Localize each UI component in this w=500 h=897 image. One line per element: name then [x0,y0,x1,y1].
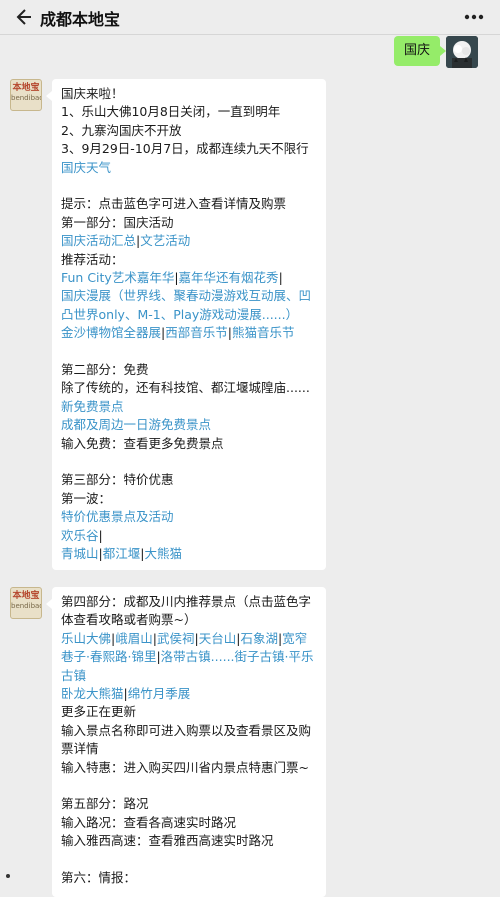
bot-avatar-logo-text: 本地宝 [12,591,40,601]
message-link[interactable]: 天台山 [199,631,237,646]
message-text-line: 推荐活动： [61,251,124,267]
message-link-group: 金沙博物馆全器展|西部音乐节|熊猫音乐节 [61,324,317,342]
back-arrow-icon [16,9,31,25]
message-link-group: 青城山|都江堰|大熊猫 [61,545,317,563]
message-text-line: 第五部分：路况 [61,796,149,812]
message-link[interactable]: 乐山大佛 [61,631,111,646]
message-link[interactable]: 国庆天气 [61,160,111,175]
incoming-message-2[interactable]: 第四部分：成都及川内推荐景点（点击蓝色字体查看攻略或者购票~） 乐山大佛|峨眉山|… [46,587,326,897]
message-link-line: 特价优惠景点及活动 [61,508,317,526]
message-link-group: 乐山大佛|峨眉山|武侯祠|天台山|石象湖|宽窄巷子·春熙路·锦里|洛带古镇...… [61,630,317,685]
message-text-line: 提示：点击蓝色字可进入查看详情及购票 [61,196,287,212]
message-link[interactable]: 都江堰 [103,546,141,561]
message-text-line: 第四部分：成都及川内推荐景点（点击蓝色字体查看攻略或者购票~） [61,594,312,628]
message-link[interactable]: 峨眉山 [115,631,153,646]
message-link-line: 国庆漫展（世界线、聚春动漫游戏互动展、凹凸世界only、M-1、Play游戏动漫… [61,287,317,324]
message-text-line: 输入免费：查看更多免费景点 [61,435,224,451]
message-link-line: 成都及周边一日游免费景点 [61,416,317,434]
scroll-indicator [6,874,10,878]
message-link[interactable]: 青城山 [61,546,99,561]
message-link-group: 国庆活动汇总|文艺活动 [61,232,317,250]
chat-title: 成都本地宝 [40,10,121,29]
more-button[interactable] [462,6,486,28]
message-link[interactable]: 特价优惠景点及活动 [61,509,174,524]
message-link[interactable]: 国庆漫展（世界线、聚春动漫游戏互动展、凹凸世界only、M-1、Play游戏动漫… [61,288,311,321]
message-link[interactable]: 成都及周边一日游免费景点 [61,417,211,432]
outgoing-message[interactable]: 国庆 [393,36,447,66]
message-link-group: Fun City艺术嘉年华|嘉年华还有烟花秀| [61,269,317,287]
message-link[interactable]: 嘉年华还有烟花秀 [179,270,279,285]
link-separator: | [98,527,103,543]
message-link[interactable]: 国庆活动汇总 [61,233,136,248]
message-text-line: 第一部分：国庆活动 [61,214,174,230]
message-text-line: 2、九寨沟国庆不开放 [61,122,182,138]
message-link[interactable]: 金沙博物馆全器展 [61,325,161,340]
message-text-line: 1、乐山大佛10月8日关闭，一直到明年 [61,104,281,120]
user-avatar-image [446,36,478,68]
message-text-line: 输入雅西高速：查看雅西高速实时路况 [61,833,274,849]
message-text-line: 除了传统的，还有科技馆、都江堰城隍庙...... [61,380,310,396]
message-link-line: 国庆天气 [61,159,317,177]
message-text-line: 第二部分：免费 [61,362,149,378]
bot-avatar[interactable]: 本地宝 bendibao.com [10,79,42,111]
message-text-line: 输入特惠：进入购买四川省内景点特惠门票~ [61,759,309,775]
message-text-line: 输入路况：查看各高速实时路况 [61,814,237,830]
message-link[interactable]: 武侯祠 [157,631,195,646]
message-link[interactable]: 卧龙大熊猫 [61,686,124,701]
bot-avatar-logo-text: 本地宝 [12,83,40,93]
bot-avatar-logo-subtext: bendibao.com [11,602,41,610]
user-avatar[interactable] [446,36,478,68]
message-text-line: 输入景点名称即可进入购票以及查看景区及购票详情 [61,722,312,757]
message-link[interactable]: 大熊猫 [144,546,182,561]
message-link[interactable]: Fun City艺术嘉年华 [61,270,174,285]
bot-avatar[interactable]: 本地宝 bendibao.com [10,587,42,619]
more-dots-icon [464,14,484,20]
message-text-line: 3、9月29日-10月7日，成都连续九天不限行 [61,141,309,157]
message-link[interactable]: 文艺活动 [140,233,190,248]
message-link[interactable]: 绵竹月季展 [128,686,191,701]
message-link[interactable]: 熊猫音乐节 [232,325,295,340]
message-link[interactable]: 石象湖 [240,631,278,646]
message-link-group: 卧龙大熊猫|绵竹月季展 [61,685,317,703]
message-text-line: 第三部分：特价优惠 [61,472,174,488]
message-text-line: 国庆来啦！ [61,86,124,101]
message-link-line: 新免费景点 [61,398,317,416]
message-link[interactable]: 新免费景点 [61,399,124,414]
message-link[interactable]: 欢乐谷 [61,528,99,543]
message-text-line: 第一波： [61,490,112,506]
message-link[interactable]: 西部音乐节 [165,325,228,340]
link-separator: | [278,270,283,286]
message-text-line: 更多正在更新 [61,704,137,720]
incoming-message-1[interactable]: 国庆来啦！ 1、乐山大佛10月8日关闭，一直到明年 2、九寨沟国庆不开放 3、9月29… [46,79,326,570]
back-button[interactable] [12,6,34,28]
message-link-group: 欢乐谷| [61,527,317,545]
bot-avatar-logo-subtext: bendibao.com [11,94,41,102]
chat-header: 成都本地宝 [0,0,500,35]
